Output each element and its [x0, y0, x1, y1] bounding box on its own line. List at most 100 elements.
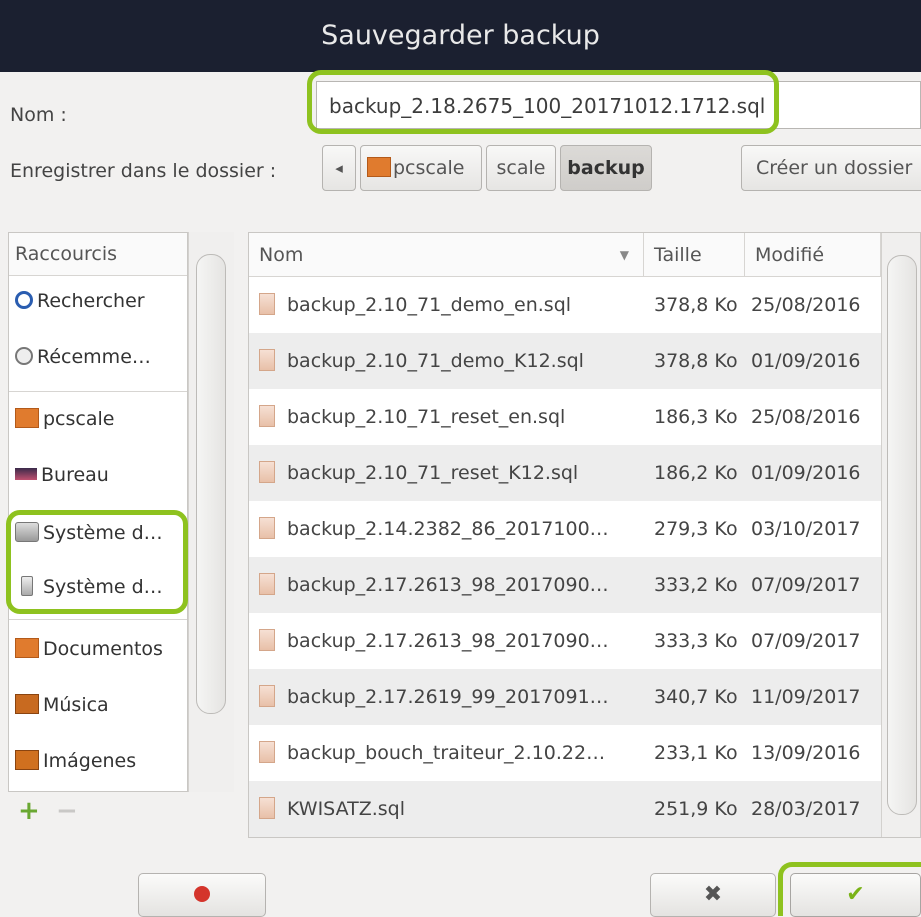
file-row[interactable]: backup_2.14.2382_86_2017100… 279,3 Ko 03/1… — [249, 501, 881, 557]
file-size: 333,2 Ko — [654, 574, 738, 596]
file-name-cell: backup_2.17.2613_98_2017090… — [259, 613, 644, 669]
file-rows: backup_2.10_71_demo_en.sql 378,8 Ko 25/08/… — [249, 277, 881, 837]
file-size: 340,7 Ko — [654, 686, 738, 708]
text-file-icon — [259, 740, 275, 763]
folder-pictures-icon — [15, 749, 39, 770]
stop-icon — [194, 886, 210, 902]
file-name-cell: backup_2.10_71_reset_K12.sql — [259, 445, 644, 501]
file-row[interactable]: backup_2.10_71_demo_K12.sql 378,8 Ko 01/09… — [249, 333, 881, 389]
folder-home-icon — [367, 156, 391, 177]
text-file-icon — [259, 348, 275, 371]
file-name-cell: KWISATZ.sql — [259, 781, 644, 837]
file-modified-date: 07/09/2017 — [751, 574, 861, 596]
file-size: 378,8 Ko — [654, 294, 738, 316]
add-shortcut-button[interactable]: + — [18, 796, 40, 826]
file-row[interactable]: KWISATZ.sql 251,9 Ko 28/03/2017 — [249, 781, 881, 837]
file-modified-date: 25/08/2016 — [751, 294, 861, 316]
folder-music-icon — [15, 693, 39, 714]
file-name-cell: backup_2.17.2619_99_2017091… — [259, 669, 644, 725]
shortcut-documents[interactable]: Documentos — [9, 625, 187, 673]
file-name: backup_2.17.2613_98_2017090… — [287, 574, 609, 596]
file-list-scrollbar[interactable] — [881, 233, 920, 837]
file-name-cell: backup_2.10_71_demo_en.sql — [259, 277, 644, 333]
file-modified-date: 13/09/2016 — [751, 742, 861, 764]
close-icon: ✖ — [703, 882, 723, 907]
folder-label: Enregistrer dans le dossier : — [10, 160, 276, 182]
name-label: Nom : — [10, 104, 67, 126]
system-drives-highlight — [6, 510, 188, 614]
file-name: backup_2.10_71_demo_en.sql — [287, 294, 572, 316]
shortcut-label: Documentos — [43, 638, 163, 660]
shortcuts-scroll-thumb[interactable] — [196, 254, 226, 714]
text-file-icon — [259, 572, 275, 595]
shortcut-recent[interactable]: Récemme… — [9, 333, 187, 381]
column-header-modified[interactable]: Modifié — [745, 233, 881, 277]
file-name: backup_2.10_71_reset_en.sql — [287, 406, 566, 428]
cancel-button[interactable] — [138, 873, 266, 917]
path-crumb-backup[interactable]: backup — [560, 145, 652, 191]
column-header-name[interactable]: Nom ▼ — [249, 233, 644, 277]
path-crumb-label: pcscale — [393, 157, 465, 179]
shortcut-label: Rechercher — [37, 290, 145, 312]
remove-shortcut-button[interactable]: − — [56, 796, 78, 826]
file-row[interactable]: backup_2.10_71_demo_en.sql 378,8 Ko 25/08/… — [249, 277, 881, 333]
file-row[interactable]: backup_2.10_71_reset_en.sql 186,3 Ko 25/08… — [249, 389, 881, 445]
folder-label-text: Enregistrer dans le dossier : — [10, 160, 277, 182]
clear-button[interactable]: ✖ — [650, 873, 776, 917]
text-file-icon — [259, 404, 275, 427]
text-file-icon — [259, 796, 275, 819]
shortcut-label: pcscale — [43, 408, 115, 430]
desktop-icon — [15, 467, 37, 480]
file-size: 251,9 Ko — [654, 798, 738, 820]
sort-desc-icon: ▼ — [619, 248, 629, 262]
shortcut-search[interactable]: Rechercher — [9, 277, 187, 325]
dialog-title: Sauvegarder backup — [0, 0, 921, 72]
path-crumb-scale[interactable]: scale — [486, 145, 556, 191]
shortcut-music[interactable]: Música — [9, 681, 187, 729]
file-name: backup_bouch_traiteur_2.10.22… — [287, 742, 606, 764]
file-name: backup_2.10_71_demo_K12.sql — [287, 350, 584, 372]
shortcuts-scrollbar[interactable] — [188, 232, 234, 792]
file-row[interactable]: backup_2.10_71_reset_K12.sql 186,2 Ko 01/0… — [249, 445, 881, 501]
shortcut-label: Música — [43, 694, 109, 716]
file-name: backup_2.17.2613_98_2017090… — [287, 630, 609, 652]
search-icon — [15, 290, 33, 309]
column-header-label: Nom — [259, 244, 304, 266]
file-modified-date: 01/09/2016 — [751, 462, 861, 484]
file-row[interactable]: backup_bouch_traiteur_2.10.22… 233,1 Ko 13… — [249, 725, 881, 781]
file-list: Nom ▼ Taille Modifié backup_2.10_71_demo_… — [248, 232, 921, 838]
shortcut-pictures[interactable]: Imágenes — [9, 737, 187, 785]
file-modified-date: 03/10/2017 — [751, 518, 861, 540]
path-back-button[interactable]: ◂ — [322, 145, 356, 191]
file-row[interactable]: backup_2.17.2619_99_2017091… 340,7 Ko 11/0… — [249, 669, 881, 725]
file-row[interactable]: backup_2.17.2613_98_2017090… 333,2 Ko 07/0… — [249, 557, 881, 613]
file-name-cell: backup_bouch_traiteur_2.10.22… — [259, 725, 644, 781]
shortcut-desktop[interactable]: Bureau — [9, 451, 187, 499]
file-row[interactable]: backup_2.17.2613_98_2017090… 333,3 Ko 07/0… — [249, 613, 881, 669]
file-modified-date: 11/09/2017 — [751, 686, 861, 708]
path-crumb-pcscale[interactable]: pcscale — [360, 145, 482, 191]
file-name-cell: backup_2.10_71_demo_K12.sql — [259, 333, 644, 389]
file-name: KWISATZ.sql — [287, 798, 406, 820]
shortcuts-separator — [9, 391, 187, 392]
text-file-icon — [259, 516, 275, 539]
shortcut-label: Imágenes — [43, 750, 137, 772]
file-size: 186,3 Ko — [654, 406, 738, 428]
save-button-highlight — [778, 862, 921, 916]
shortcut-label: Bureau — [41, 464, 109, 486]
file-size: 279,3 Ko — [654, 518, 738, 540]
column-header-size[interactable]: Taille — [644, 233, 745, 277]
file-size: 333,3 Ko — [654, 630, 738, 652]
file-modified-date: 01/09/2016 — [751, 350, 861, 372]
create-folder-button[interactable]: Créer un dossier — [741, 145, 921, 191]
shortcut-pcscale[interactable]: pcscale — [9, 395, 187, 443]
filename-highlight — [307, 70, 779, 134]
clock-icon — [15, 346, 33, 365]
file-name: backup_2.14.2382_86_2017100… — [287, 518, 609, 540]
file-list-scroll-thumb[interactable] — [887, 255, 917, 815]
file-size: 186,2 Ko — [654, 462, 738, 484]
text-file-icon — [259, 684, 275, 707]
text-file-icon — [259, 628, 275, 651]
file-name: backup_2.10_71_reset_K12.sql — [287, 462, 579, 484]
file-name-cell: backup_2.17.2613_98_2017090… — [259, 557, 644, 613]
